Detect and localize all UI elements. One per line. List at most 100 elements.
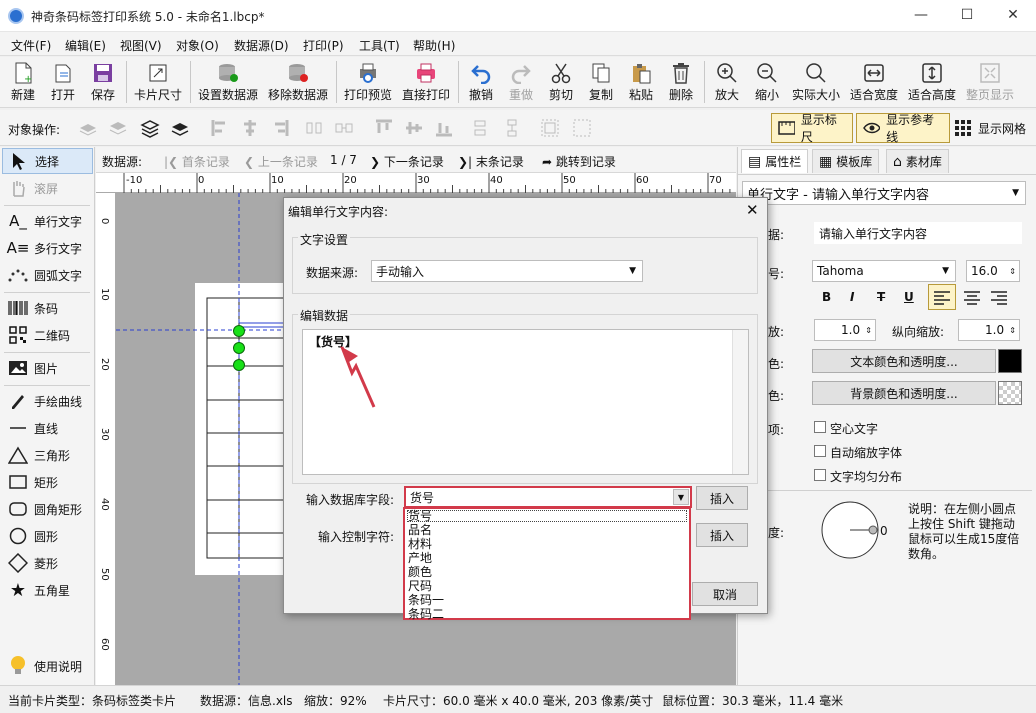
menu-help[interactable]: 帮助(H): [413, 37, 455, 54]
source-select[interactable]: 手动输入 ▼: [371, 260, 643, 282]
full-page-button[interactable]: 整页显示: [964, 59, 1016, 106]
menu-datasource[interactable]: 数据源(D): [234, 37, 289, 54]
font-size-stepper[interactable]: 16.0 ⇕: [966, 260, 1020, 282]
text-align-center-icon[interactable]: [959, 285, 985, 309]
layer-up-icon[interactable]: [78, 118, 98, 138]
autofit-checkbox[interactable]: [814, 445, 826, 457]
set-datasource-button[interactable]: 设置数据源: [196, 59, 260, 106]
align-left-button[interactable]: [928, 284, 956, 310]
dropdown-option[interactable]: 条码一: [408, 594, 444, 607]
show-grid-toggle[interactable]: 显示网格: [954, 113, 1026, 143]
maximize-button[interactable]: ☐: [944, 0, 990, 32]
align-top-icon[interactable]: [374, 118, 394, 138]
menu-file[interactable]: 文件(F): [11, 37, 51, 54]
bold-button[interactable]: B: [822, 290, 831, 304]
goto-record-button[interactable]: ➦ 跳转到记录: [542, 153, 616, 170]
tool-multi-text[interactable]: A≡ 多行文字: [2, 235, 93, 261]
dialog-close-button[interactable]: ✕: [746, 201, 759, 219]
textarea-scrollbar[interactable]: [732, 330, 748, 474]
layer-top-icon[interactable]: [140, 118, 160, 138]
next-record-button[interactable]: ❯ 下一条记录: [370, 153, 444, 170]
show-guides-toggle[interactable]: 显示参考线: [856, 113, 950, 144]
tool-select[interactable]: 选择: [2, 148, 93, 174]
dropdown-option[interactable]: 货号: [408, 510, 432, 523]
hollow-text-checkbox[interactable]: [814, 421, 826, 433]
dropdown-option[interactable]: 品名: [408, 524, 432, 537]
same-height-icon[interactable]: [502, 118, 522, 138]
insert-db-field-button[interactable]: 插入: [696, 486, 748, 510]
tab-materials[interactable]: ⌂ 素材库: [886, 149, 949, 173]
tool-diamond[interactable]: 菱形: [2, 550, 93, 576]
dropdown-option[interactable]: 颜色: [408, 566, 432, 579]
redo-button[interactable]: 重做: [504, 59, 538, 106]
tool-round-rect[interactable]: 圆角矩形: [2, 496, 93, 522]
tool-barcode[interactable]: 条码: [2, 295, 93, 321]
menu-tools[interactable]: 工具(T): [359, 37, 400, 54]
cut-button[interactable]: 剪切: [544, 59, 578, 106]
menu-view[interactable]: 视图(V): [120, 37, 162, 54]
close-window-button[interactable]: ✕: [990, 0, 1036, 32]
bg-color-button[interactable]: 背景颜色和透明度...: [812, 381, 996, 405]
db-field-select[interactable]: 货号 ▼: [404, 486, 692, 508]
same-width-icon[interactable]: [470, 118, 490, 138]
resize-handle[interactable]: [233, 359, 245, 371]
print-preview-button[interactable]: 打印预览: [342, 59, 394, 106]
show-ruler-toggle[interactable]: 显示标尺: [771, 113, 853, 144]
save-button[interactable]: 保存: [86, 59, 120, 106]
dropdown-option[interactable]: 尺码: [408, 580, 432, 593]
menu-object[interactable]: 对象(O): [176, 37, 219, 54]
tab-properties[interactable]: ▤ 属性栏: [741, 149, 809, 173]
delete-button[interactable]: 删除: [664, 59, 698, 106]
align-right-icon[interactable]: [270, 118, 290, 138]
align-left-icon[interactable]: [210, 118, 230, 138]
strikethrough-button[interactable]: T: [877, 290, 885, 304]
menu-print[interactable]: 打印(P): [303, 37, 344, 54]
new-button[interactable]: + 新建: [6, 59, 40, 106]
tool-freehand[interactable]: 手绘曲线: [2, 388, 93, 414]
text-align-right-icon[interactable]: [986, 285, 1012, 309]
tool-line[interactable]: 直线: [2, 415, 93, 441]
card-size-button[interactable]: 卡片尺寸: [132, 59, 184, 106]
ungroup-icon[interactable]: [572, 118, 592, 138]
distribute-v-icon[interactable]: [334, 118, 354, 138]
actual-size-button[interactable]: 实际大小: [790, 59, 842, 106]
distribute-h-icon[interactable]: [304, 118, 324, 138]
open-button[interactable]: 打开: [46, 59, 80, 106]
minimize-button[interactable]: —: [898, 0, 944, 32]
layer-bottom-icon[interactable]: [170, 118, 190, 138]
dropdown-option[interactable]: 产地: [408, 552, 432, 565]
italic-button[interactable]: I: [850, 290, 854, 304]
layer-down-icon[interactable]: [108, 118, 128, 138]
text-data-field[interactable]: 请输入单行文字内容: [814, 222, 1022, 244]
tool-arc-text[interactable]: 圆弧文字: [2, 262, 93, 288]
prev-record-button[interactable]: ❮ 上一条记录: [244, 153, 318, 170]
dropdown-option[interactable]: 材料: [408, 538, 432, 551]
tab-templates[interactable]: ▦ 模板库: [812, 149, 880, 173]
tool-scroll[interactable]: 滚屏: [2, 175, 93, 201]
hscale-stepper[interactable]: 1.0 ⇕: [814, 319, 876, 341]
menu-edit[interactable]: 编辑(E): [65, 37, 106, 54]
align-bottom-icon[interactable]: [434, 118, 454, 138]
tool-circle[interactable]: 圆形: [2, 523, 93, 549]
resize-handle[interactable]: [233, 342, 245, 354]
fit-width-button[interactable]: 适合宽度: [848, 59, 900, 106]
tool-triangle[interactable]: 三角形: [2, 442, 93, 468]
cancel-button[interactable]: 取消: [692, 582, 758, 606]
object-select[interactable]: 单行文字 - 请输入单行文字内容 ▼: [742, 181, 1026, 205]
tool-single-text[interactable]: A_ 单行文字: [2, 208, 93, 234]
resize-handle[interactable]: [233, 325, 245, 337]
tool-rect[interactable]: 矩形: [2, 469, 93, 495]
last-record-button[interactable]: ❯| 末条记录: [458, 153, 524, 170]
text-color-button[interactable]: 文本颜色和透明度...: [812, 349, 996, 373]
undo-button[interactable]: 撤销: [464, 59, 498, 106]
font-select[interactable]: Tahoma ▼: [812, 260, 956, 282]
underline-button[interactable]: U: [904, 290, 914, 304]
group-icon[interactable]: [540, 118, 560, 138]
first-record-button[interactable]: |❮ 首条记录: [164, 153, 230, 170]
tool-qrcode[interactable]: 二维码: [2, 322, 93, 348]
zoom-out-button[interactable]: 缩小: [750, 59, 784, 106]
fit-height-button[interactable]: 适合高度: [906, 59, 958, 106]
paste-button[interactable]: 粘贴: [624, 59, 658, 106]
print-direct-button[interactable]: 直接打印: [400, 59, 452, 106]
bg-color-swatch[interactable]: [998, 381, 1022, 405]
